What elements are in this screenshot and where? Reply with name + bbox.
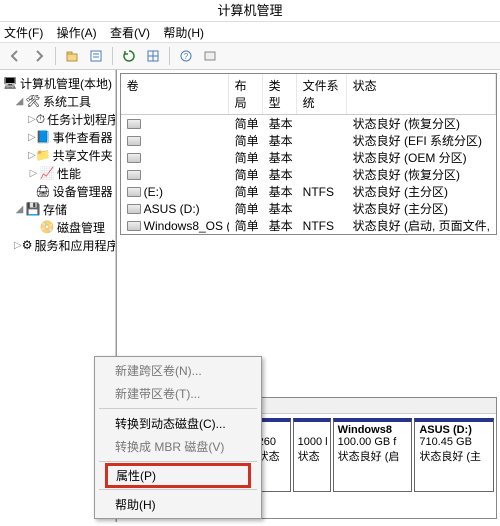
volume-row[interactable]: 简单基本状态良好 (恢复分区) xyxy=(121,115,496,132)
up-icon[interactable] xyxy=(61,45,83,67)
tree-event[interactable]: ▷📘事件查看器 xyxy=(2,128,113,146)
ctx-to-dynamic[interactable]: 转换到动态磁盘(C)... xyxy=(97,412,259,435)
clock-icon: ⏱ xyxy=(36,111,45,127)
collapse-icon[interactable]: ◢ xyxy=(14,204,25,215)
col-status[interactable]: 状态 xyxy=(347,74,496,114)
volume-row[interactable]: 简单基本状态良好 (EFI 系统分区) xyxy=(121,132,496,149)
col-fs[interactable]: 文件系统 xyxy=(297,74,347,114)
toolbar: ? xyxy=(0,42,500,70)
view-icon[interactable] xyxy=(142,45,164,67)
device-icon: 🖨 xyxy=(35,183,50,199)
col-type[interactable]: 类型 xyxy=(263,74,297,114)
volume-list: 卷 布局 类型 文件系统 状态 简单基本状态良好 (恢复分区)简单基本状态良好 … xyxy=(120,73,497,235)
nav-forward-icon[interactable] xyxy=(28,45,50,67)
col-layout[interactable]: 布局 xyxy=(229,74,263,114)
tree-storage[interactable]: ◢💾存储 xyxy=(2,200,113,218)
context-menu: 新建跨区卷(N)... 新建带区卷(T)... 转换到动态磁盘(C)... 转换… xyxy=(94,356,262,519)
volume-icon xyxy=(127,170,141,180)
settings-icon[interactable] xyxy=(199,45,221,67)
partition[interactable]: Windows8100.00 GB f状态良好 (启 xyxy=(333,418,413,492)
collapse-icon[interactable]: ◢ xyxy=(14,96,25,107)
volume-icon xyxy=(127,153,141,163)
volume-icon xyxy=(127,136,141,146)
tree-root-label: 计算机管理(本地) xyxy=(20,75,112,92)
perf-icon: 📈 xyxy=(39,165,55,181)
menu-view[interactable]: 查看(V) xyxy=(110,26,150,40)
volume-icon xyxy=(127,221,141,231)
menu-help[interactable]: 帮助(H) xyxy=(163,26,204,40)
volume-icon xyxy=(127,187,141,197)
event-icon: 📘 xyxy=(36,129,51,145)
col-volume[interactable]: 卷 xyxy=(121,74,229,114)
tree-devmgr[interactable]: 🖨设备管理器 xyxy=(2,182,113,200)
partition[interactable]: ASUS (D:)710.45 GB状态良好 (主 xyxy=(414,418,494,492)
disk-icon: 📀 xyxy=(39,219,55,235)
ctx-new-striped: 新建带区卷(T)... xyxy=(97,382,259,405)
tools-icon: 🛠 xyxy=(25,93,41,109)
volume-list-header: 卷 布局 类型 文件系统 状态 xyxy=(121,74,496,115)
nav-back-icon[interactable] xyxy=(4,45,26,67)
tree-root[interactable]: 🖥 计算机管理(本地) xyxy=(2,74,113,92)
ctx-new-spanned: 新建跨区卷(N)... xyxy=(97,359,259,382)
expand-icon[interactable]: ▷ xyxy=(28,132,36,143)
folder-icon: 📁 xyxy=(36,147,51,163)
tree-sched[interactable]: ▷⏱任务计划程序 xyxy=(2,110,113,128)
volume-row[interactable]: 简单基本状态良好 (恢复分区) xyxy=(121,166,496,183)
volume-icon xyxy=(127,119,141,129)
ctx-to-mbr: 转换成 MBR 磁盘(V) xyxy=(97,435,259,458)
expand-icon[interactable]: ▷ xyxy=(14,240,22,251)
volume-icon xyxy=(127,204,141,214)
volume-row[interactable]: Windows8_OS (C:)简单基本NTFS状态良好 (启动, 页面文件, xyxy=(121,217,496,234)
volume-row[interactable]: ASUS (D:)简单基本状态良好 (主分区) xyxy=(121,200,496,217)
menu-file[interactable]: 文件(F) xyxy=(4,26,43,40)
volume-row[interactable]: 简单基本状态良好 (OEM 分区) xyxy=(121,149,496,166)
menubar: 文件(F) 操作(A) 查看(V) 帮助(H) xyxy=(0,22,500,42)
props-icon[interactable] xyxy=(85,45,107,67)
refresh-icon[interactable] xyxy=(118,45,140,67)
expand-icon[interactable]: ▷ xyxy=(28,114,36,125)
storage-icon: 💾 xyxy=(25,201,41,217)
tree-perf[interactable]: ▷📈性能 xyxy=(2,164,113,182)
menu-action[interactable]: 操作(A) xyxy=(57,26,97,40)
volume-row[interactable]: (E:)简单基本NTFS状态良好 (主分区) xyxy=(121,183,496,200)
ctx-properties[interactable]: 属性(P) xyxy=(105,463,251,488)
ctx-help[interactable]: 帮助(H) xyxy=(97,493,259,516)
partition[interactable]: 1000 l状态 xyxy=(293,418,331,492)
help-icon[interactable]: ? xyxy=(175,45,197,67)
window-title: 计算机管理 xyxy=(0,0,500,22)
tree-services[interactable]: ▷⚙服务和应用程序 xyxy=(2,236,113,254)
expand-icon[interactable]: ▷ xyxy=(28,168,39,179)
tree-shared[interactable]: ▷📁共享文件夹 xyxy=(2,146,113,164)
tree-sys[interactable]: ◢🛠系统工具 xyxy=(2,92,113,110)
tree-diskmgr[interactable]: 📀磁盘管理 xyxy=(2,218,113,236)
svg-text:?: ? xyxy=(184,52,189,61)
services-icon: ⚙ xyxy=(22,237,33,253)
computer-icon: 🖥 xyxy=(2,75,18,91)
expand-icon[interactable]: ▷ xyxy=(28,150,36,161)
